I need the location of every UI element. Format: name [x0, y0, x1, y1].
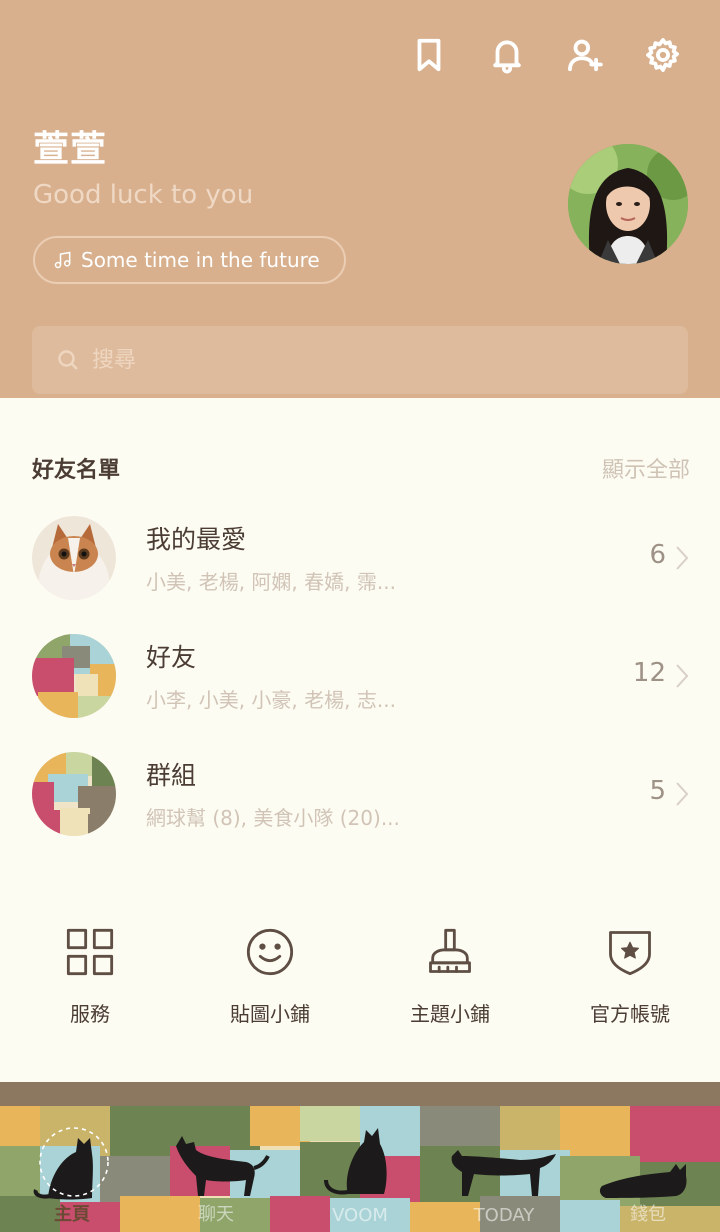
list-item-count: 5: [649, 776, 666, 806]
search-bar[interactable]: [32, 326, 688, 394]
friends-thumbnail: [32, 634, 116, 718]
music-title: Some time in the future: [81, 248, 320, 272]
official-accounts-label: 官方帳號: [590, 1002, 670, 1026]
settings-icon[interactable]: [642, 34, 684, 76]
nav-tab-voom[interactable]: VOOM: [288, 1106, 432, 1232]
list-item-members: 小李, 小美, 小豪, 老楊, 志...: [146, 688, 396, 712]
list-item-friends[interactable]: 好友 小李, 小美, 小豪, 老楊, 志... 12: [0, 634, 720, 734]
brush-icon: [429, 928, 471, 973]
bookmark-icon[interactable]: [408, 34, 450, 76]
profile-music-button[interactable]: Some time in the future: [33, 236, 346, 284]
grid-icon: [66, 928, 114, 976]
services-button[interactable]: 服務: [0, 926, 180, 1036]
chevron-right-icon: [674, 662, 690, 690]
nav-tab-label: 錢包: [630, 1204, 666, 1225]
nav-tab-home[interactable]: 主頁: [0, 1106, 144, 1232]
list-item-favorites[interactable]: 我的最愛 小美, 老楊, 阿嫻, 春嬌, 霈... 6: [0, 516, 720, 616]
bell-icon[interactable]: [486, 34, 528, 76]
list-item-title: 好友: [146, 643, 197, 672]
list-item-title: 群組: [146, 761, 197, 790]
sticker-shop-button[interactable]: 貼圖小鋪: [180, 926, 360, 1036]
profile-avatar[interactable]: [568, 144, 688, 264]
sticker-shop-label: 貼圖小鋪: [230, 1002, 310, 1026]
list-item-count: 12: [632, 658, 666, 688]
chevron-right-icon: [674, 780, 690, 808]
smiley-icon: [246, 928, 294, 976]
show-all-link[interactable]: 顯示全部: [602, 452, 690, 484]
nav-tab-today[interactable]: TODAY: [432, 1106, 576, 1232]
nav-tab-chat[interactable]: 聊天: [144, 1106, 288, 1232]
nav-tab-label: VOOM: [332, 1205, 388, 1226]
theme-shop-label: 主題小鋪: [410, 1002, 490, 1026]
list-item-count: 6: [649, 540, 666, 570]
quick-links: 服務 貼圖小鋪 主題小鋪 官方帳號: [0, 926, 720, 1036]
bottom-nav: 主頁 聊天 VOOM TODAY 錢包: [0, 1106, 720, 1232]
search-input[interactable]: [92, 347, 652, 373]
profile-name[interactable]: 萱萱: [33, 120, 107, 172]
friends-section-title: 好友名單: [32, 458, 121, 483]
list-item-title: 我的最愛: [146, 525, 247, 554]
list-item-groups[interactable]: 群組 網球幫 (8), 美食小隊 (20)... 5: [0, 752, 720, 852]
official-accounts-button[interactable]: 官方帳號: [540, 926, 720, 1036]
chevron-right-icon: [674, 544, 690, 572]
music-note-icon: [54, 251, 71, 269]
top-toolbar: [408, 34, 684, 76]
nav-tab-label: TODAY: [473, 1205, 535, 1226]
status-message[interactable]: Good luck to you: [33, 180, 253, 210]
nav-top-border: [0, 1082, 720, 1106]
nav-tab-label: 聊天: [198, 1204, 234, 1225]
search-icon: [58, 350, 78, 370]
nav-tab-label: 主頁: [54, 1204, 90, 1225]
shield-star-icon: [609, 931, 651, 976]
favorites-thumbnail: [32, 516, 116, 600]
services-label: 服務: [70, 1002, 110, 1026]
profile-header: 萱萱 Good luck to you Some time in the fut…: [0, 0, 720, 398]
list-item-members: 小美, 老楊, 阿嫻, 春嬌, 霈...: [146, 570, 396, 594]
add-friend-icon[interactable]: [564, 34, 606, 76]
nav-tab-wallet[interactable]: 錢包: [576, 1106, 720, 1232]
theme-shop-button[interactable]: 主題小鋪: [360, 926, 540, 1036]
groups-thumbnail: [32, 752, 116, 836]
list-item-members: 網球幫 (8), 美食小隊 (20)...: [146, 806, 400, 830]
